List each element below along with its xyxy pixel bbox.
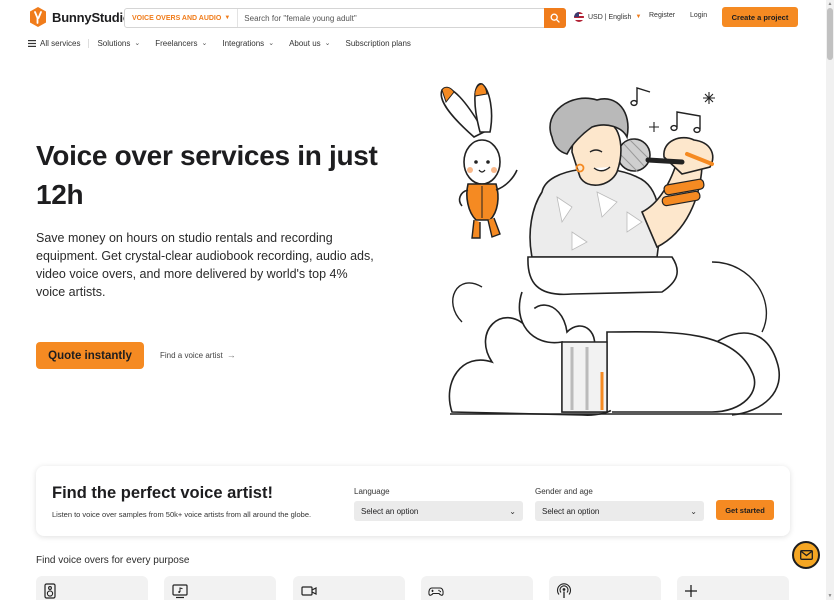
hero-title: Voice over services in just 12h — [36, 140, 378, 210]
chevron-down-icon: ⌄ — [324, 40, 331, 47]
purpose-tile-video[interactable] — [293, 576, 405, 600]
search-icon — [550, 13, 560, 23]
gender-age-select-value: Select an option — [542, 506, 600, 516]
search-category-label: VOICE OVERS AND AUDIO — [132, 14, 222, 22]
main-nav: All services Solutions ⌄ Freelancers ⌄ I… — [28, 37, 426, 49]
nav-integrations[interactable]: Integrations ⌄ — [222, 39, 274, 48]
chevron-down-icon: ⌄ — [268, 40, 275, 47]
us-flag-icon — [574, 12, 584, 22]
language-select[interactable]: Select an option ⌄ — [354, 501, 523, 521]
chevron-down-icon: ⌄ — [134, 40, 141, 47]
nav-freelancers[interactable]: Freelancers ⌄ — [155, 39, 207, 48]
chevron-down-icon: ⌄ — [509, 506, 516, 516]
podcast-icon — [556, 583, 572, 598]
locale-label: USD | English — [588, 13, 632, 21]
gender-age-label: Gender and age — [535, 487, 593, 496]
nav-label: Solutions — [97, 38, 131, 48]
search-category-dropdown[interactable]: VOICE OVERS AND AUDIO ▼ — [125, 9, 239, 27]
create-project-button[interactable]: Create a project — [722, 7, 798, 27]
plus-icon — [685, 585, 697, 597]
nav-subscription-plans[interactable]: Subscription plans — [346, 39, 411, 48]
chat-support-button[interactable] — [792, 541, 820, 569]
nav-about-us[interactable]: About us ⌄ — [289, 39, 330, 48]
gamepad-icon — [428, 587, 444, 596]
get-started-button[interactable]: Get started — [716, 500, 774, 520]
page-scrollbar[interactable]: ▲ ▼ — [826, 0, 834, 600]
nav-label: Subscription plans — [345, 38, 411, 48]
bunny-logo-icon — [30, 7, 46, 27]
purpose-tile-screen[interactable] — [164, 576, 276, 600]
scroll-down-icon[interactable]: ▼ — [827, 593, 833, 599]
finder-subtitle: Listen to voice over samples from 50k+ v… — [52, 510, 312, 519]
search-button[interactable] — [544, 8, 566, 28]
all-services-menu[interactable]: All services — [28, 38, 90, 48]
hero-subtitle: Save money on hours on studio rentals an… — [36, 231, 374, 299]
chevron-down-icon: ⌄ — [690, 506, 697, 516]
caret-down-icon: ▼ — [224, 15, 231, 21]
hero-illustration — [440, 83, 782, 416]
top-header: BunnyStudio VOICE OVERS AND AUDIO ▼ USD … — [0, 0, 826, 34]
find-voice-artist-link[interactable]: Find a voice artist → — [160, 350, 236, 360]
login-link[interactable]: Login — [690, 12, 707, 19]
register-link[interactable]: Register — [649, 12, 675, 19]
language-label: Language — [354, 487, 390, 496]
voice-artist-finder-card: Find the perfect voice artist! Listen to… — [36, 466, 790, 536]
gender-age-select[interactable]: Select an option ⌄ — [535, 501, 704, 521]
purpose-tile-podcast[interactable] — [549, 576, 661, 600]
purpose-tile-gaming[interactable] — [421, 576, 533, 600]
arrow-right-icon: → — [226, 350, 236, 360]
caret-down-icon: ▼ — [635, 14, 642, 20]
search-bar: VOICE OVERS AND AUDIO ▼ — [124, 8, 566, 28]
purpose-tile-audio[interactable] — [36, 576, 148, 600]
purpose-section-title: Find voice overs for every purpose — [36, 555, 190, 566]
chevron-down-icon: ⌄ — [201, 40, 208, 47]
nav-solutions[interactable]: Solutions ⌄ — [97, 39, 140, 48]
scrollbar-thumb[interactable] — [827, 8, 833, 60]
logo-text: BunnyStudio — [52, 9, 131, 25]
nav-label: About us — [289, 38, 321, 48]
scroll-up-icon[interactable]: ▲ — [827, 1, 833, 7]
nav-label: Freelancers — [155, 38, 198, 48]
logo[interactable]: BunnyStudio — [28, 6, 131, 28]
all-services-label: All services — [40, 38, 81, 48]
find-link-label: Find a voice artist — [160, 350, 223, 360]
language-select-value: Select an option — [361, 506, 419, 516]
screen-music-icon — [172, 584, 188, 599]
finder-title: Find the perfect voice artist! — [52, 484, 273, 502]
mail-icon — [799, 550, 813, 560]
quote-instantly-button[interactable]: Quote instantly — [36, 342, 144, 369]
search-input[interactable] — [238, 9, 544, 27]
nav-label: Integrations — [222, 38, 265, 48]
speaker-icon — [44, 583, 56, 599]
locale-selector[interactable]: USD | English ▼ — [574, 12, 641, 22]
hamburger-icon — [28, 39, 36, 47]
purpose-tile-more[interactable] — [677, 576, 789, 600]
video-camera-icon — [301, 586, 317, 596]
